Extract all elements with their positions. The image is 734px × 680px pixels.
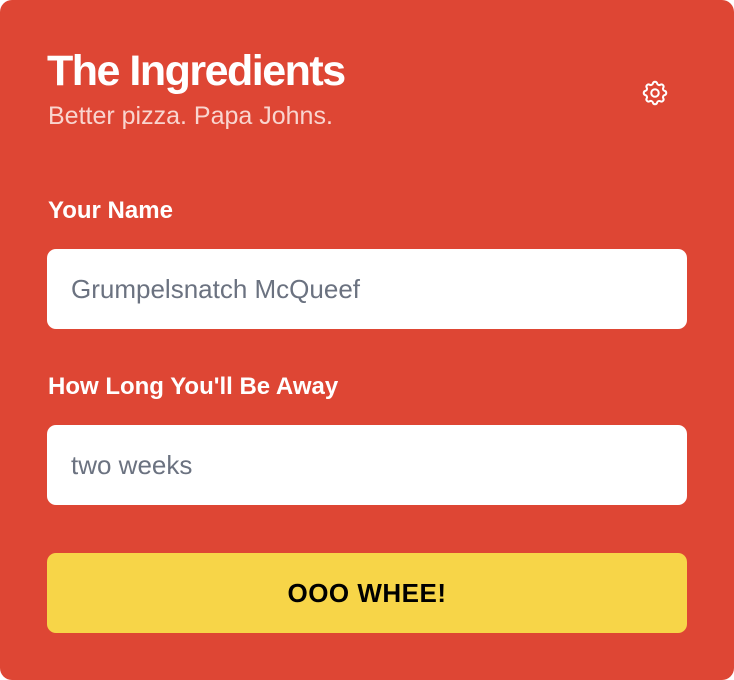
name-input[interactable] — [47, 249, 687, 329]
ooo-form-card: The Ingredients Better pizza. Papa Johns… — [0, 0, 734, 680]
gear-icon — [642, 80, 668, 106]
away-duration-input[interactable] — [47, 425, 687, 505]
page-subtitle: Better pizza. Papa Johns. — [48, 102, 333, 130]
name-label: Your Name — [48, 197, 173, 224]
submit-button[interactable]: OOO WHEE! — [47, 553, 687, 633]
page-title: The Ingredients — [47, 47, 346, 95]
settings-button[interactable] — [638, 76, 672, 110]
away-duration-label: How Long You'll Be Away — [48, 373, 339, 400]
